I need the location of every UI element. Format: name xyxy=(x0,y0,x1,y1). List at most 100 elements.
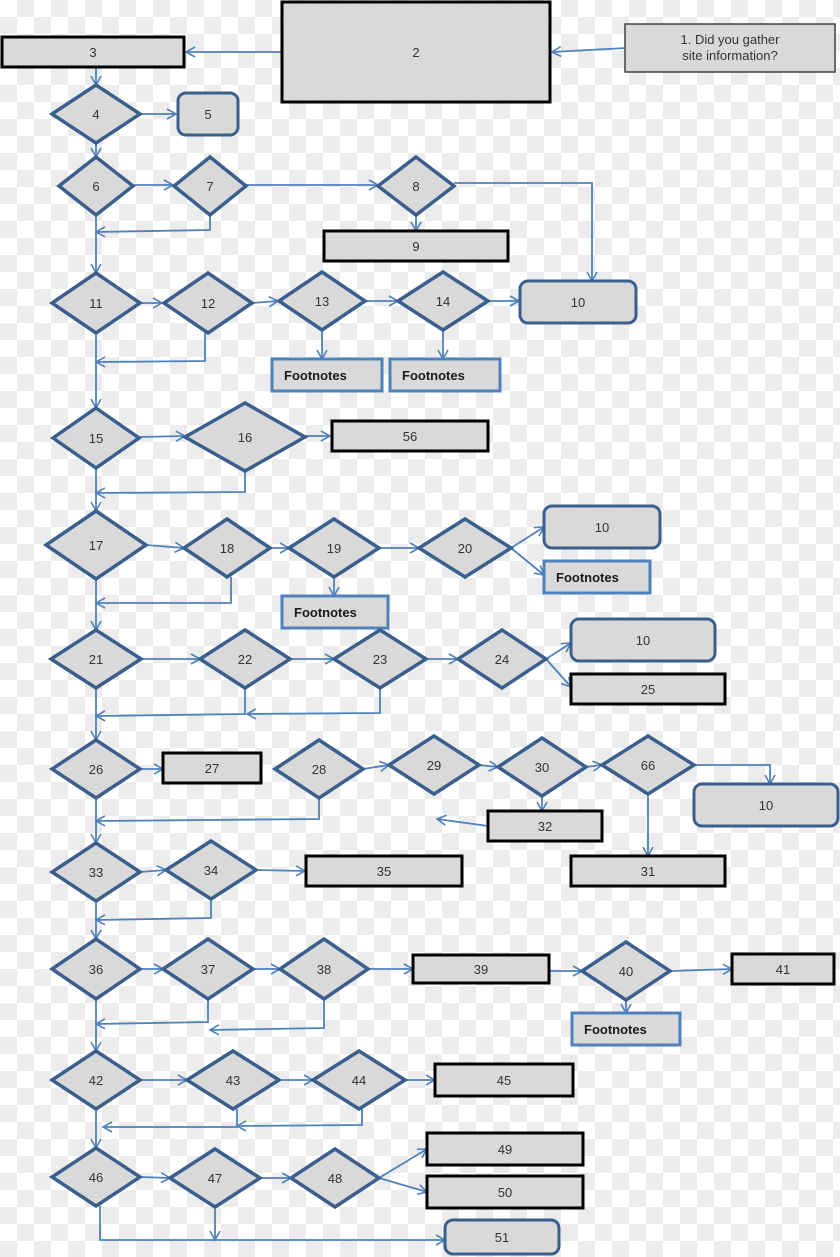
edge-arrow-12-to-15 xyxy=(94,333,206,368)
node-label: 10 xyxy=(571,295,585,310)
terminal-node-51[interactable]: 51 xyxy=(443,1218,561,1256)
process-node-3[interactable]: 3 xyxy=(0,35,186,69)
node-label: 37 xyxy=(201,962,215,977)
edge-arrow-20-to-f20 xyxy=(510,547,546,577)
decision-node-4[interactable]: 4 xyxy=(48,82,144,146)
node-label: 20 xyxy=(458,541,472,556)
decision-node-12[interactable]: 12 xyxy=(160,270,256,336)
decision-node-22[interactable]: 22 xyxy=(196,627,294,691)
decision-node-20[interactable]: 20 xyxy=(415,516,515,580)
process-node-32[interactable]: 32 xyxy=(486,809,604,843)
terminal-node-10c[interactable]: 10 xyxy=(569,617,717,663)
edge-arrow-16-to-17 xyxy=(94,471,246,499)
decision-node-17[interactable]: 17 xyxy=(42,508,150,582)
process-node-35[interactable]: 35 xyxy=(304,854,464,888)
process-node-39[interactable]: 39 xyxy=(411,953,551,985)
decision-node-29[interactable]: 29 xyxy=(385,733,483,797)
node-label: 3 xyxy=(89,45,96,60)
decision-node-21[interactable]: 21 xyxy=(47,627,145,691)
process-node-45[interactable]: 45 xyxy=(433,1062,575,1098)
edge-arrow-1-to-2 xyxy=(550,45,627,58)
process-node-2[interactable]: 2 xyxy=(280,0,552,104)
node-label: 38 xyxy=(317,962,331,977)
decision-node-11[interactable]: 11 xyxy=(48,270,144,336)
edge-arrow-48-to-49 xyxy=(378,1148,429,1179)
decision-node-42[interactable]: 42 xyxy=(48,1048,144,1112)
node-label: 40 xyxy=(619,964,633,979)
process-node-56[interactable]: 56 xyxy=(330,419,490,453)
decision-node-28[interactable]: 28 xyxy=(271,737,367,801)
edge-arrow-33-to-34 xyxy=(139,864,168,877)
decision-node-13[interactable]: 13 xyxy=(275,269,369,333)
node-label: 17 xyxy=(89,538,103,553)
decision-node-36[interactable]: 36 xyxy=(48,936,144,1002)
decision-node-30[interactable]: 30 xyxy=(494,735,590,799)
decision-node-19[interactable]: 19 xyxy=(285,516,383,580)
node-label: 22 xyxy=(238,652,252,667)
node-label: Footnotes xyxy=(584,1022,647,1037)
process-node-41[interactable]: 41 xyxy=(730,952,836,986)
decision-node-18[interactable]: 18 xyxy=(180,516,274,580)
footnote-node-40[interactable]: Footnotes xyxy=(570,1011,682,1047)
decision-node-46[interactable]: 46 xyxy=(48,1145,144,1209)
decision-node-47[interactable]: 47 xyxy=(166,1146,264,1210)
node-label: 42 xyxy=(89,1073,103,1088)
node-label: 33 xyxy=(89,865,103,880)
process-node-25[interactable]: 25 xyxy=(569,672,727,706)
node-label: 66 xyxy=(641,758,655,773)
node-label: 30 xyxy=(535,760,549,775)
footnote-node-14[interactable]: Footnotes xyxy=(388,357,502,393)
decision-node-23[interactable]: 23 xyxy=(330,627,430,691)
decision-node-34[interactable]: 34 xyxy=(162,838,260,902)
edge-arrow-44-to-43 xyxy=(235,1109,363,1132)
process-node-49[interactable]: 49 xyxy=(425,1131,585,1167)
decision-node-37[interactable]: 37 xyxy=(159,936,257,1002)
decision-node-24[interactable]: 24 xyxy=(454,627,550,691)
decision-node-43[interactable]: 43 xyxy=(183,1048,283,1112)
decision-node-66[interactable]: 66 xyxy=(598,733,698,797)
node-label: 13 xyxy=(315,294,329,309)
node-label: 43 xyxy=(226,1073,240,1088)
decision-node-7[interactable]: 7 xyxy=(171,154,249,218)
footnote-node-13[interactable]: Footnotes xyxy=(270,357,384,393)
decision-node-48[interactable]: 48 xyxy=(287,1146,383,1210)
node-label: 26 xyxy=(89,762,103,777)
decision-node-33[interactable]: 33 xyxy=(48,840,144,904)
decision-node-44[interactable]: 44 xyxy=(309,1048,409,1112)
node-label: 28 xyxy=(312,762,326,777)
node-label: 12 xyxy=(201,296,215,311)
decision-node-40[interactable]: 40 xyxy=(578,939,674,1003)
decision-node-14[interactable]: 14 xyxy=(394,269,492,333)
edge-arrow-37-to-42 xyxy=(94,999,209,1030)
terminal-node-10b[interactable]: 10 xyxy=(542,504,662,550)
process-node-31[interactable]: 31 xyxy=(569,854,727,888)
edge-arrow-24-to-10c xyxy=(545,642,573,660)
decision-node-6[interactable]: 6 xyxy=(56,154,136,218)
node-label: 18 xyxy=(220,541,234,556)
decision-node-8[interactable]: 8 xyxy=(375,154,457,218)
footnote-node-19[interactable]: Footnotes xyxy=(280,594,390,630)
terminal-node-10d[interactable]: 10 xyxy=(692,782,840,828)
node-label: 4 xyxy=(92,107,99,122)
edge-arrow-17-to-18 xyxy=(145,541,186,554)
edge-arrow-34-to-36 xyxy=(94,899,212,926)
decision-node-15[interactable]: 15 xyxy=(49,405,143,471)
node-label: Footnotes xyxy=(556,570,619,585)
node-label: Footnotes xyxy=(284,368,347,383)
question-node-1[interactable]: 1. Did you gather site information? xyxy=(624,23,836,73)
process-node-9[interactable]: 9 xyxy=(322,229,510,263)
terminal-node-10a[interactable]: 10 xyxy=(518,279,638,325)
terminal-node-5[interactable]: 5 xyxy=(176,91,240,137)
node-label: 10 xyxy=(595,520,609,535)
process-node-27[interactable]: 27 xyxy=(161,751,263,785)
decision-node-38[interactable]: 38 xyxy=(276,936,372,1002)
decision-node-16[interactable]: 16 xyxy=(181,400,309,474)
edge-arrow-34-to-35 xyxy=(255,865,307,877)
node-label: 36 xyxy=(89,962,103,977)
node-label: 48 xyxy=(328,1171,342,1186)
footnote-node-20[interactable]: Footnotes xyxy=(542,559,652,595)
decision-node-26[interactable]: 26 xyxy=(48,737,144,801)
node-label: 46 xyxy=(89,1170,103,1185)
process-node-50[interactable]: 50 xyxy=(425,1174,585,1210)
node-label: 27 xyxy=(205,761,219,776)
